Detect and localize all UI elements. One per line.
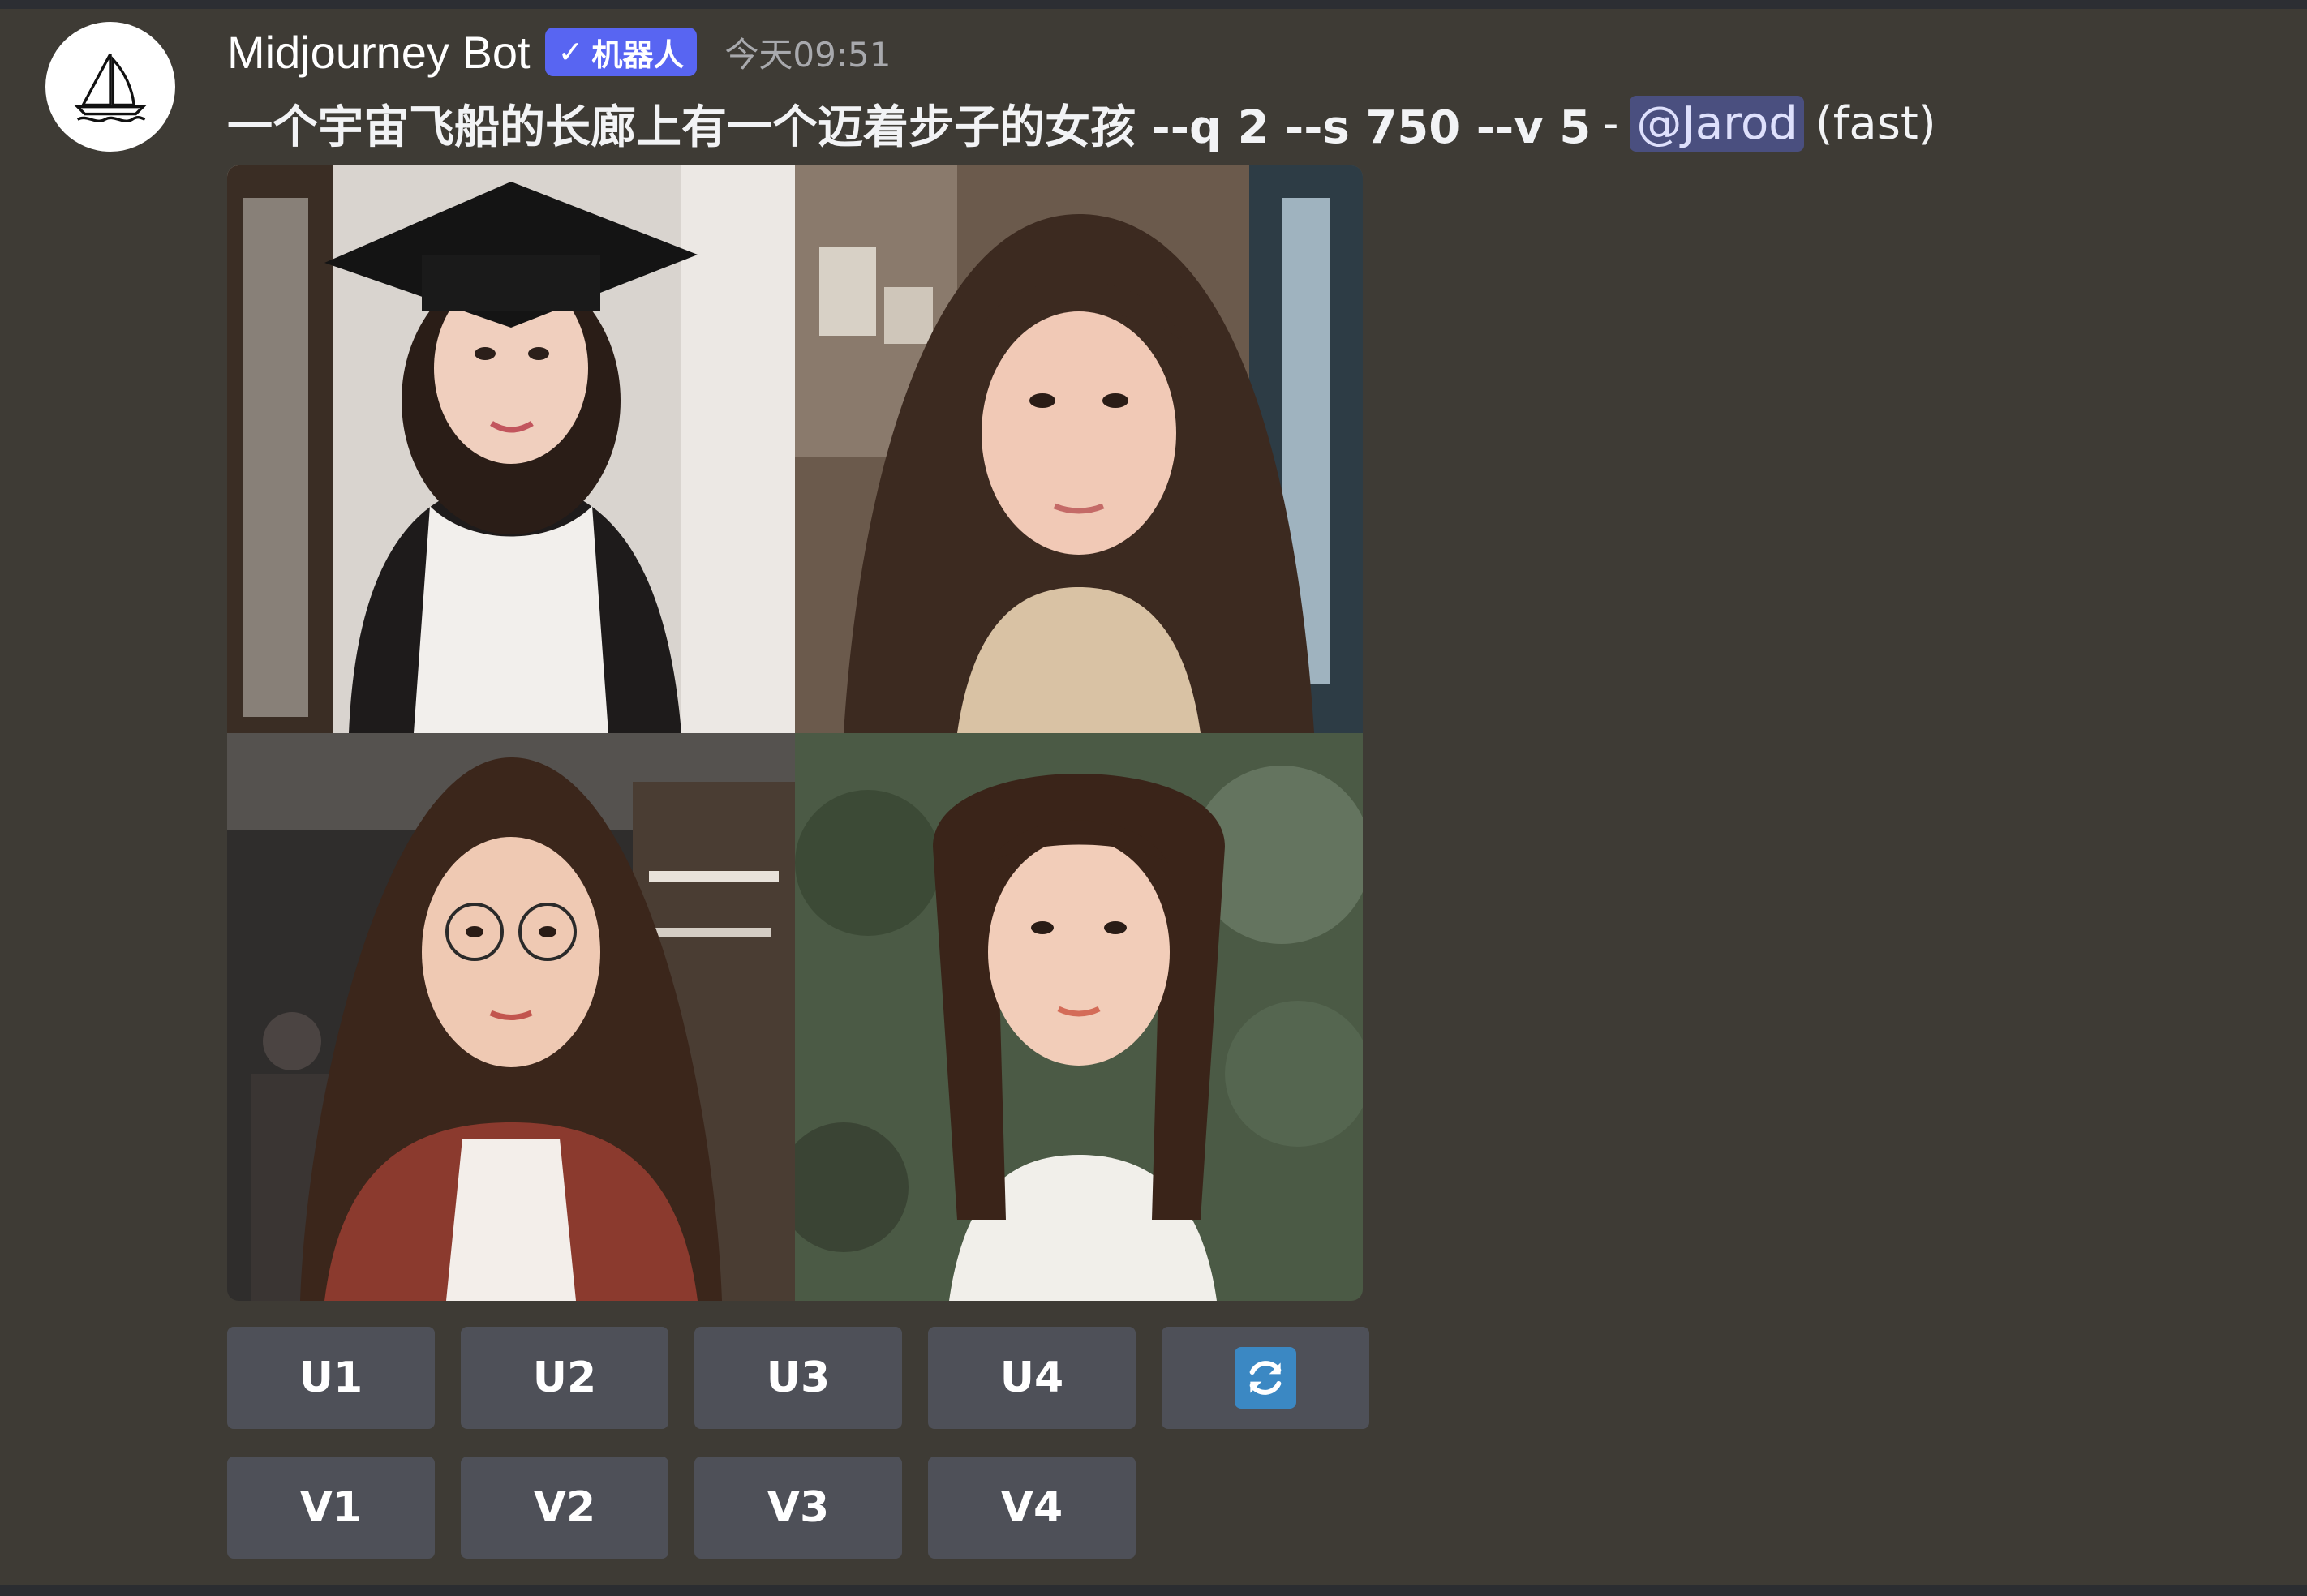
variation-button-1[interactable]: V1 <box>227 1457 435 1559</box>
avatar[interactable] <box>45 22 175 152</box>
generated-image-2[interactable] <box>795 165 1363 733</box>
variation-button-2[interactable]: V2 <box>461 1457 668 1559</box>
upscale-button-4[interactable]: U4 <box>928 1327 1136 1429</box>
username[interactable]: Midjourney Bot <box>227 26 531 79</box>
user-mention[interactable]: @Jarod <box>1630 95 1804 152</box>
checkmark-icon: ✓ <box>557 34 584 70</box>
separator: - <box>1602 97 1619 150</box>
generated-image-4[interactable] <box>795 733 1363 1301</box>
bot-badge-label: 机器人 <box>591 36 685 73</box>
timestamp: 今天09:51 <box>724 34 891 75</box>
message-content: 一个宇宙飞船的长廊上有一个迈着步子的女孩 --q 2 --s 750 --v 5… <box>227 88 1936 159</box>
top-strip <box>0 0 2307 9</box>
reroll-button[interactable] <box>1162 1327 1369 1429</box>
bottom-strip <box>0 1585 2307 1596</box>
refresh-icon <box>1235 1347 1296 1409</box>
mode-label: (fast) <box>1815 97 1936 150</box>
upscale-button-2[interactable]: U2 <box>461 1327 668 1429</box>
bot-badge: ✓ 机器人 <box>544 28 698 76</box>
variation-button-4[interactable]: V4 <box>928 1457 1136 1559</box>
sailboat-icon <box>74 53 147 122</box>
message-header: Midjourney Bot ✓ 机器人 今天09:51 <box>227 18 891 86</box>
prompt-text: 一个宇宙飞船的长廊上有一个迈着步子的女孩 --q 2 --s 750 --v 5 <box>227 101 1592 154</box>
upscale-button-3[interactable]: U3 <box>694 1327 902 1429</box>
variation-button-3[interactable]: V3 <box>694 1457 902 1559</box>
generated-image-3[interactable] <box>227 733 795 1301</box>
image-grid[interactable] <box>227 165 1363 1301</box>
generated-image-1[interactable] <box>227 165 795 733</box>
upscale-button-1[interactable]: U1 <box>227 1327 435 1429</box>
